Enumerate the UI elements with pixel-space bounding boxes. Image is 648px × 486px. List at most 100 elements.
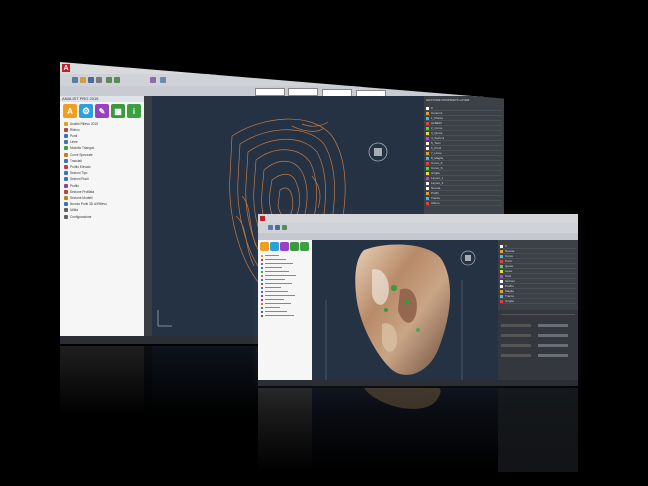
layer-color-swatch[interactable] bbox=[426, 186, 429, 190]
secondary-tree-item[interactable] bbox=[261, 286, 281, 289]
layer-color-swatch[interactable] bbox=[500, 264, 503, 268]
layer-color-swatch[interactable] bbox=[500, 249, 503, 253]
tree-item[interactable]: Rilievo bbox=[64, 127, 80, 132]
layer-color-swatch[interactable] bbox=[500, 289, 503, 293]
layer-color-swatch[interactable] bbox=[500, 244, 503, 248]
secondary-tree-item[interactable] bbox=[261, 290, 288, 293]
new-icon[interactable] bbox=[72, 77, 78, 83]
tree-item-icon bbox=[64, 177, 68, 182]
layer-color-swatch[interactable] bbox=[500, 269, 503, 273]
palette-button-grid[interactable]: ▦ bbox=[111, 104, 125, 118]
layer-icon[interactable] bbox=[150, 77, 156, 83]
tree-item[interactable]: Nuvola Punti 3D di Rilievo bbox=[64, 202, 107, 207]
secondary-app-logo-icon[interactable] bbox=[260, 216, 265, 221]
secondary-tree-item-label bbox=[265, 307, 280, 308]
layer-color-swatch[interactable] bbox=[426, 196, 429, 200]
layer-color-swatch[interactable] bbox=[500, 294, 503, 298]
layer-color-swatch[interactable] bbox=[426, 176, 429, 180]
layer-dropdown[interactable] bbox=[255, 88, 285, 96]
secondary-tree-item[interactable] bbox=[261, 274, 296, 277]
layer-color-swatch[interactable] bbox=[500, 279, 503, 283]
layer-color-swatch[interactable] bbox=[500, 274, 503, 278]
tree-item[interactable]: Sezioni Tipo bbox=[64, 171, 87, 176]
secondary-tree-item[interactable] bbox=[261, 310, 287, 313]
tree-item[interactable]: Sezione Modelli bbox=[64, 195, 93, 200]
undo-icon[interactable] bbox=[282, 225, 287, 230]
zoom-icon[interactable] bbox=[160, 77, 166, 83]
layer-color-swatch[interactable] bbox=[426, 151, 429, 155]
tree-item[interactable]: Linee bbox=[64, 140, 78, 145]
secondary-tree-item[interactable] bbox=[261, 262, 293, 265]
layer-color-swatch[interactable] bbox=[426, 121, 429, 125]
save-icon[interactable] bbox=[275, 225, 280, 230]
layer-color-swatch[interactable] bbox=[426, 116, 429, 120]
layer-color-swatch[interactable] bbox=[426, 181, 429, 185]
secondary-tree-item[interactable] bbox=[261, 266, 282, 269]
layer-row[interactable]: Griglia bbox=[500, 299, 576, 304]
print-icon[interactable] bbox=[96, 77, 102, 83]
secondary-tree-item[interactable] bbox=[261, 258, 286, 261]
secondary-tree-item[interactable] bbox=[261, 278, 285, 281]
secondary-palette-button-4[interactable] bbox=[290, 242, 299, 251]
layer-color-swatch[interactable] bbox=[426, 191, 429, 195]
layer-color-swatch[interactable] bbox=[500, 259, 503, 263]
palette-button-analist[interactable]: A bbox=[63, 104, 77, 118]
undo-icon[interactable] bbox=[106, 77, 112, 83]
save-icon[interactable] bbox=[88, 77, 94, 83]
tree-item[interactable]: Profilo Elevato bbox=[64, 164, 91, 169]
redo-icon[interactable] bbox=[114, 77, 120, 83]
secondary-tree-item[interactable] bbox=[261, 254, 279, 257]
tree-item[interactable]: Utilità bbox=[64, 208, 78, 213]
secondary-tree-item[interactable] bbox=[261, 302, 291, 305]
tree-item[interactable]: Profilo bbox=[64, 183, 79, 188]
layer-color-swatch[interactable] bbox=[426, 166, 429, 170]
layer-name: 5_Testi bbox=[431, 141, 441, 145]
open-icon[interactable] bbox=[80, 77, 86, 83]
new-icon[interactable] bbox=[268, 225, 273, 230]
layer-color-swatch[interactable] bbox=[500, 299, 503, 303]
tree-item-icon bbox=[64, 208, 68, 213]
secondary-status-bar bbox=[258, 380, 578, 386]
secondary-tree-item[interactable] bbox=[261, 270, 289, 273]
palette-button-info[interactable]: i bbox=[127, 104, 141, 118]
secondary-tree-item[interactable] bbox=[261, 298, 284, 301]
secondary-tree-item[interactable] bbox=[261, 294, 295, 297]
app-logo-icon[interactable]: A bbox=[62, 64, 70, 72]
color-dropdown[interactable] bbox=[288, 88, 318, 96]
tree-item[interactable]: Analist Rilievo 2015 bbox=[64, 121, 98, 126]
layer-color-swatch[interactable] bbox=[500, 284, 503, 288]
secondary-tree-item-icon bbox=[261, 302, 263, 305]
secondary-palette-button-3[interactable] bbox=[280, 242, 289, 251]
layer-color-swatch[interactable] bbox=[426, 111, 429, 115]
layer-color-swatch[interactable] bbox=[500, 254, 503, 258]
tree-item[interactable]: Tracciati bbox=[64, 158, 82, 163]
layer-color-swatch[interactable] bbox=[426, 171, 429, 175]
layer-color-swatch[interactable] bbox=[426, 161, 429, 165]
secondary-palette-button-1[interactable] bbox=[260, 242, 269, 251]
tree-item[interactable]: Modello Triangoli bbox=[64, 146, 94, 151]
secondary-tree-item[interactable] bbox=[261, 314, 294, 317]
layer-row[interactable]: Ultimo bbox=[426, 201, 502, 206]
secondary-palette-button-2[interactable] bbox=[270, 242, 279, 251]
palette-button-style[interactable]: ✎ bbox=[95, 104, 109, 118]
tree-item[interactable]: Sezione Profilata bbox=[64, 189, 94, 194]
layer-color-swatch[interactable] bbox=[426, 131, 429, 135]
layer-color-swatch[interactable] bbox=[426, 106, 429, 110]
palette-title: ANALIST PRO 2015 bbox=[60, 96, 144, 102]
secondary-tree-item[interactable] bbox=[261, 282, 292, 285]
layer-color-swatch[interactable] bbox=[426, 146, 429, 150]
tree-item[interactable]: Configurazione bbox=[64, 214, 91, 219]
layer-color-swatch[interactable] bbox=[426, 126, 429, 130]
tree-item[interactable]: Sezioni Ruoli bbox=[64, 177, 89, 182]
layer-color-swatch[interactable] bbox=[426, 141, 429, 145]
tree-item[interactable]: Punti bbox=[64, 133, 77, 138]
secondary-palette-button-5[interactable] bbox=[300, 242, 309, 251]
secondary-drawing-canvas[interactable] bbox=[312, 240, 498, 380]
layer-color-swatch[interactable] bbox=[426, 156, 429, 160]
tree-item[interactable]: Curve Spezzate bbox=[64, 152, 93, 157]
layer-color-swatch[interactable] bbox=[426, 136, 429, 140]
secondary-tree-item[interactable] bbox=[261, 306, 280, 309]
window-tab-title[interactable]: Palette di Analisi 2015 bbox=[140, 65, 190, 69]
layer-color-swatch[interactable] bbox=[426, 201, 429, 205]
palette-button-settings[interactable]: ⚙ bbox=[79, 104, 93, 118]
